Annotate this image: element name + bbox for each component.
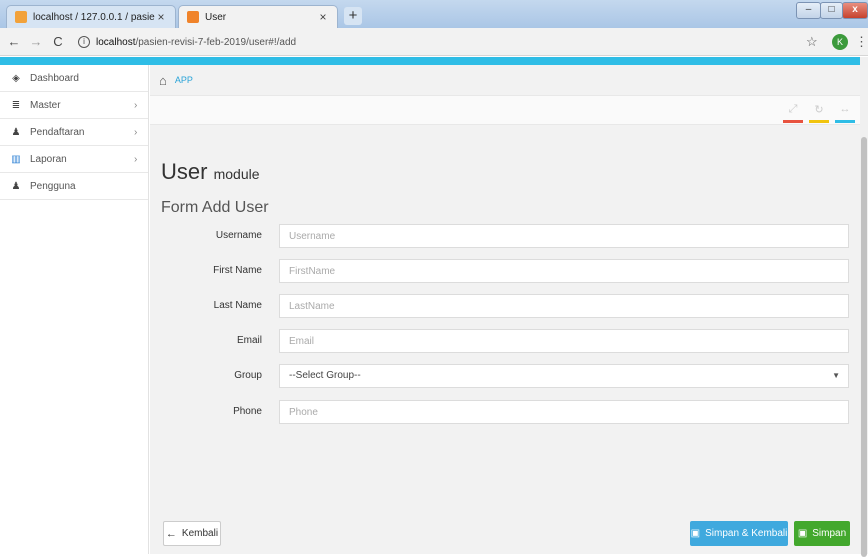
url-field[interactable]: i localhost /pasien-revisi-7-feb-2019/us… (78, 32, 798, 52)
minimize-button[interactable]: – (796, 2, 821, 19)
group-select-value: --Select Group-- (289, 370, 361, 381)
sidebar-item-label: Master (30, 99, 61, 111)
sidebar-item-label: Pengguna (30, 180, 76, 192)
page-title-sub: module (213, 166, 260, 182)
refresh-icon[interactable]: ↻ (809, 103, 829, 123)
page-title: User module (161, 159, 260, 185)
last-name-label: Last Name (213, 300, 262, 311)
phone-label: Phone (233, 406, 262, 417)
database-icon: ≣ (11, 99, 21, 111)
close-tab-icon[interactable]: × (155, 10, 167, 24)
maximize-button[interactable]: □ (820, 2, 843, 19)
floppy-disk-icon: ▣ (690, 528, 701, 539)
url-path: /pasien-revisi-7-feb-2019/user#!/add (135, 36, 297, 48)
form-row-first-name: First Name (150, 259, 860, 283)
email-field[interactable] (279, 329, 849, 353)
first-name-field[interactable] (279, 259, 849, 283)
dashboard-icon: ◈ (12, 72, 20, 84)
arrow-left-icon: ← (165, 527, 177, 540)
phpmyadmin-favicon-icon (15, 11, 27, 23)
username-label: Username (215, 230, 262, 241)
form-row-last-name: Last Name (150, 294, 860, 318)
close-tab-icon[interactable]: × (317, 10, 329, 24)
back-arrow-icon[interactable]: ← (6, 34, 22, 49)
browser-tab-strip: localhost / 127.0.0.1 / pasien | ph × Us… (0, 0, 868, 28)
back-button[interactable]: ← Kembali (163, 521, 221, 546)
app-favicon-icon (187, 11, 199, 23)
form-row-phone: Phone (150, 400, 860, 424)
bookmark-star-icon[interactable]: ☆ (806, 34, 818, 50)
chevron-right-icon: › (134, 126, 138, 138)
url-host: localhost (96, 36, 136, 48)
group-label: Group (234, 370, 262, 381)
last-name-field[interactable] (279, 294, 849, 318)
breadcrumb: ⌂ APP (150, 65, 860, 95)
reload-icon[interactable]: C (50, 34, 66, 49)
forward-arrow-icon[interactable]: → (28, 34, 44, 49)
scrollbar-thumb[interactable] (861, 137, 867, 557)
group-select[interactable]: --Select Group-- ▼ (279, 364, 849, 388)
form-row-group: Group --Select Group-- ▼ (150, 364, 860, 388)
app-top-bar (0, 57, 868, 65)
form-row-email: Email (150, 329, 860, 353)
sidebar-item-laporan[interactable]: ▥ Laporan › (0, 146, 148, 173)
form-row-username: Username (150, 224, 860, 248)
back-button-label: Kembali (181, 528, 219, 539)
info-icon[interactable]: i (78, 36, 90, 48)
save-button[interactable]: ▣ Simpan (794, 521, 850, 546)
address-bar: ← → C i localhost /pasien-revisi-7-feb-2… (0, 28, 868, 56)
tab-label: localhost / 127.0.0.1 / pasien | ph (33, 11, 155, 23)
sidebar-item-label: Pendaftaran (30, 126, 85, 138)
browser-tab-phpmyadmin[interactable]: localhost / 127.0.0.1 / pasien | ph × (6, 5, 176, 28)
collapse-icon[interactable]: ↔ (835, 103, 855, 123)
sidebar-item-master[interactable]: ≣ Master › (0, 92, 148, 119)
user-icon: ♟ (11, 180, 21, 192)
save-label: Simpan (812, 528, 847, 539)
sidebar-item-pengguna[interactable]: ♟ Pengguna (0, 173, 148, 200)
bar-chart-icon: ▥ (11, 153, 21, 165)
close-window-button[interactable]: x (842, 2, 868, 19)
main-content: ⌂ APP ⤢ ↻ ↔ User module Form Add User Us… (150, 65, 860, 554)
sidebar-item-dashboard[interactable]: ◈ Dashboard (0, 65, 148, 92)
caret-down-icon: ▼ (832, 371, 840, 380)
floppy-disk-icon: ▣ (797, 528, 808, 539)
email-label: Email (236, 335, 262, 346)
sidebar: ◈ Dashboard ≣ Master › ♟ Pendaftaran › ▥… (0, 65, 149, 554)
page-title-main: User (161, 159, 208, 184)
fullscreen-icon[interactable]: ⤢ (783, 103, 803, 123)
form-title: Form Add User (161, 199, 269, 216)
sidebar-item-label: Dashboard (30, 72, 79, 84)
first-name-label: First Name (213, 265, 262, 276)
save-and-back-label: Simpan & Kembali (705, 528, 788, 539)
page-scrollbar[interactable] (860, 57, 868, 557)
username-field[interactable] (279, 224, 849, 248)
save-and-back-button[interactable]: ▣ Simpan & Kembali (690, 521, 788, 546)
browser-tab-user[interactable]: User × (178, 5, 338, 28)
new-tab-button[interactable]: + (344, 7, 362, 25)
sidebar-item-label: Laporan (30, 153, 67, 165)
chevron-right-icon: › (134, 153, 138, 165)
tab-label: User (205, 11, 227, 23)
sidebar-item-pendaftaran[interactable]: ♟ Pendaftaran › (0, 119, 148, 146)
chevron-right-icon: › (134, 99, 138, 111)
profile-avatar[interactable]: K (832, 34, 848, 50)
browser-menu-icon[interactable]: ⋮ (855, 34, 868, 50)
home-icon[interactable]: ⌂ (159, 73, 167, 88)
user-icon: ♟ (11, 126, 21, 138)
breadcrumb-app-link[interactable]: APP (175, 75, 193, 85)
phone-field[interactable] (279, 400, 849, 424)
panel-toolbar: ⤢ ↻ ↔ (150, 95, 860, 125)
